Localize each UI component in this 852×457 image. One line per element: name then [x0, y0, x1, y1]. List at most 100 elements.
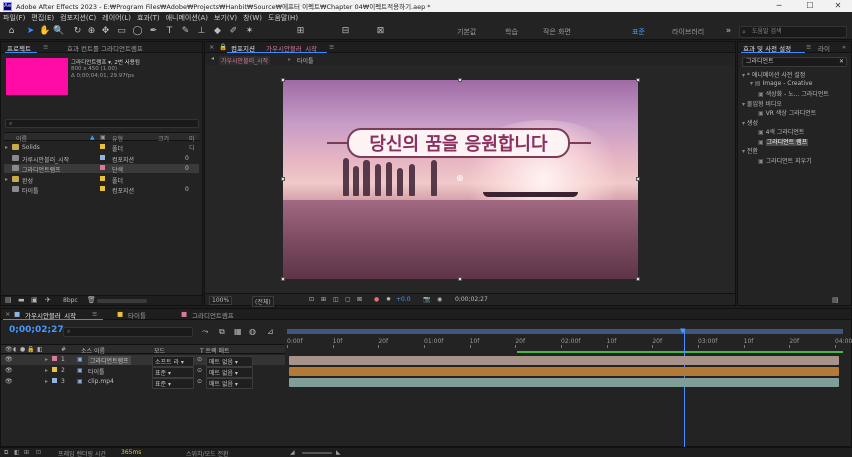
transform-handle[interactable]: [458, 78, 462, 82]
col-mode[interactable]: 모드: [154, 346, 165, 355]
layer-duration-bar[interactable]: [289, 356, 839, 365]
label-color[interactable]: [100, 154, 105, 160]
lock-switch-icon[interactable]: 🔒: [27, 346, 34, 353]
exposure-icon[interactable]: ✹: [386, 296, 391, 303]
label-col-icon[interactable]: ▣: [100, 134, 106, 141]
effects-tree-item[interactable]: ▾ ▤ Image - Creative: [750, 80, 812, 87]
menu-item[interactable]: 파일(F): [3, 13, 25, 23]
timeline-zoom-slider[interactable]: [302, 452, 332, 454]
comp-frame[interactable]: 당신의 꿈을 응원합니다 ⊕: [283, 80, 638, 279]
layer-name[interactable]: 타이틀: [88, 367, 105, 376]
new-folder-icon[interactable]: ▬: [18, 296, 25, 304]
label-color[interactable]: [100, 144, 105, 149]
effects-tree-item[interactable]: ▣ 그라디언트 램프: [758, 137, 809, 146]
project-item-row[interactable]: ▸ Solids 폴더: [4, 143, 199, 153]
trash-icon[interactable]: 🗑: [87, 296, 96, 304]
resolution-dropdown[interactable]: (전체): [252, 296, 274, 307]
timeline-layer-row[interactable]: 👁 ▸ 3 ▣ clip.mp4 표준 ▾ ⊙ 매트 없음 ▾: [1, 377, 285, 389]
timeline-layer-row[interactable]: 👁 ▸ 1 ▣ 그라디언트램프 소프트 라 ▾ ⊙ 매트 없음 ▾: [1, 355, 285, 367]
exposure-value[interactable]: +0.0: [396, 296, 411, 303]
interpret-footage-icon[interactable]: ▤: [5, 296, 12, 304]
visibility-eye-icon[interactable]: 👁: [5, 356, 13, 363]
layer-label-color[interactable]: [52, 356, 57, 361]
project-search-input[interactable]: ⌕: [5, 119, 199, 128]
toggle-icon[interactable]: ◧: [14, 449, 20, 456]
workspace-libraries[interactable]: 라이브러리: [672, 27, 704, 37]
effects-search-input[interactable]: 그라디언트 ✕: [742, 57, 847, 67]
toggle-switches-modes[interactable]: 스위치/모드 전환: [186, 449, 229, 457]
audio-switch-icon[interactable]: ◖: [13, 346, 16, 353]
zoom-out-icon[interactable]: ◢: [290, 449, 295, 456]
menu-item[interactable]: 도움말(H): [268, 13, 298, 23]
tab-timeline-title[interactable]: 타이틀: [128, 310, 146, 320]
bpc-label[interactable]: 8bpc: [63, 297, 78, 304]
effects-tree-item[interactable]: ▾ 전환: [742, 146, 758, 155]
puppet-tool-icon[interactable]: ✶: [244, 26, 255, 37]
transform-handle[interactable]: [636, 177, 640, 181]
zoom-in-icon[interactable]: ◣: [336, 449, 341, 456]
label-color[interactable]: [100, 175, 105, 181]
effects-tree-item[interactable]: ▣ 4색 그라디언트: [758, 127, 804, 136]
transform-handle[interactable]: [281, 277, 285, 281]
toggle-icon[interactable]: ⊡: [36, 449, 41, 456]
new-comp-icon[interactable]: ▣: [31, 296, 38, 304]
subtab-title[interactable]: 타이틀: [297, 56, 314, 65]
camera-tool-icon[interactable]: ⊕: [86, 26, 97, 37]
link-icon[interactable]: ⊙: [197, 356, 202, 363]
expand-arrow-icon[interactable]: ▸: [45, 367, 48, 374]
subtab-gaussian[interactable]: 가우시안블러_시작: [219, 56, 271, 65]
col-track-matte[interactable]: T 트랙 매트: [200, 346, 230, 355]
help-search-input[interactable]: 도움말 검색: [739, 26, 847, 38]
ellipse-tool-icon[interactable]: ◯: [132, 26, 143, 37]
layer-name[interactable]: clip.mp4: [88, 378, 114, 385]
project-settings-icon[interactable]: ✈: [45, 296, 51, 304]
shy-layers-icon[interactable]: ▦: [234, 327, 242, 336]
close-tab-icon[interactable]: ×: [209, 43, 214, 51]
workspace-default[interactable]: 기본값: [457, 27, 476, 37]
mask-icon[interactable]: ◫: [333, 296, 339, 303]
visibility-eye-icon[interactable]: 👁: [5, 378, 13, 385]
workspace-standard[interactable]: 표준: [632, 27, 645, 37]
lock-icon[interactable]: 🔒: [219, 43, 227, 51]
col-name[interactable]: 이름: [16, 134, 27, 143]
timeline-layer-row[interactable]: 👁 ▸ 2 ▣ 타이틀 표준 ▾ ⊙ 매트 없음 ▾: [1, 366, 285, 378]
menu-item[interactable]: 편집(E): [31, 13, 54, 23]
rotate-tool-icon[interactable]: ↻: [72, 26, 83, 37]
tab-timeline-gradient[interactable]: 그라디언트램프: [192, 310, 234, 320]
video-switch-icon[interactable]: 👁: [5, 346, 13, 353]
snap-options-icon[interactable]: ⊠: [375, 26, 386, 37]
sort-icon[interactable]: ▲: [90, 134, 95, 141]
grid-icon[interactable]: ⊞: [321, 296, 326, 303]
workspace-overflow-icon[interactable]: »: [723, 26, 734, 37]
project-item-row[interactable]: 가루시안블러_시작 컴포지션 0: [4, 154, 199, 164]
work-area-bar[interactable]: [287, 329, 843, 334]
workspace-small-screen[interactable]: 작은 화면: [543, 27, 571, 37]
transparency-icon[interactable]: ⊠: [357, 296, 362, 303]
effects-tree-item[interactable]: ▾ * 애니메이션 사전 설정: [742, 70, 805, 79]
type-tool-icon[interactable]: T: [164, 26, 175, 37]
align-icon[interactable]: ⊞: [295, 26, 306, 37]
link-icon[interactable]: ⊙: [197, 378, 202, 385]
project-item-row[interactable]: ▸ 완성 폴더: [4, 175, 199, 185]
layer-duration-bar[interactable]: [289, 367, 839, 376]
transform-handle[interactable]: [458, 277, 462, 281]
pan-behind-tool-icon[interactable]: ✥: [100, 26, 111, 37]
selection-tool-icon[interactable]: ➤: [25, 26, 36, 37]
project-item-row[interactable]: 그라디언트램프 단색 0: [4, 164, 199, 174]
graph-editor-icon[interactable]: ⊿: [267, 327, 274, 336]
region-icon[interactable]: ▢: [345, 296, 351, 303]
layer-label-color[interactable]: [52, 378, 57, 383]
label-col-icon[interactable]: ◧: [37, 346, 43, 353]
tab-libraries[interactable]: 라이: [818, 43, 830, 53]
viewer-timecode[interactable]: 0;00;02;27: [455, 296, 488, 303]
transform-handle[interactable]: [636, 277, 640, 281]
menu-item[interactable]: 애니메이션(A): [166, 13, 208, 23]
tab-effect-controls[interactable]: 효과 컨트롤 그라디언트램프: [67, 43, 143, 53]
expand-arrow-icon[interactable]: ▸: [5, 176, 8, 183]
eraser-tool-icon[interactable]: ◆: [212, 26, 223, 37]
transform-handle[interactable]: [636, 78, 640, 82]
label-color[interactable]: [100, 186, 105, 191]
project-item-row[interactable]: 타이틀 컴포지션 0: [4, 185, 199, 195]
roto-brush-tool-icon[interactable]: ✐: [228, 26, 239, 37]
workspace-learn[interactable]: 학습: [505, 27, 518, 37]
